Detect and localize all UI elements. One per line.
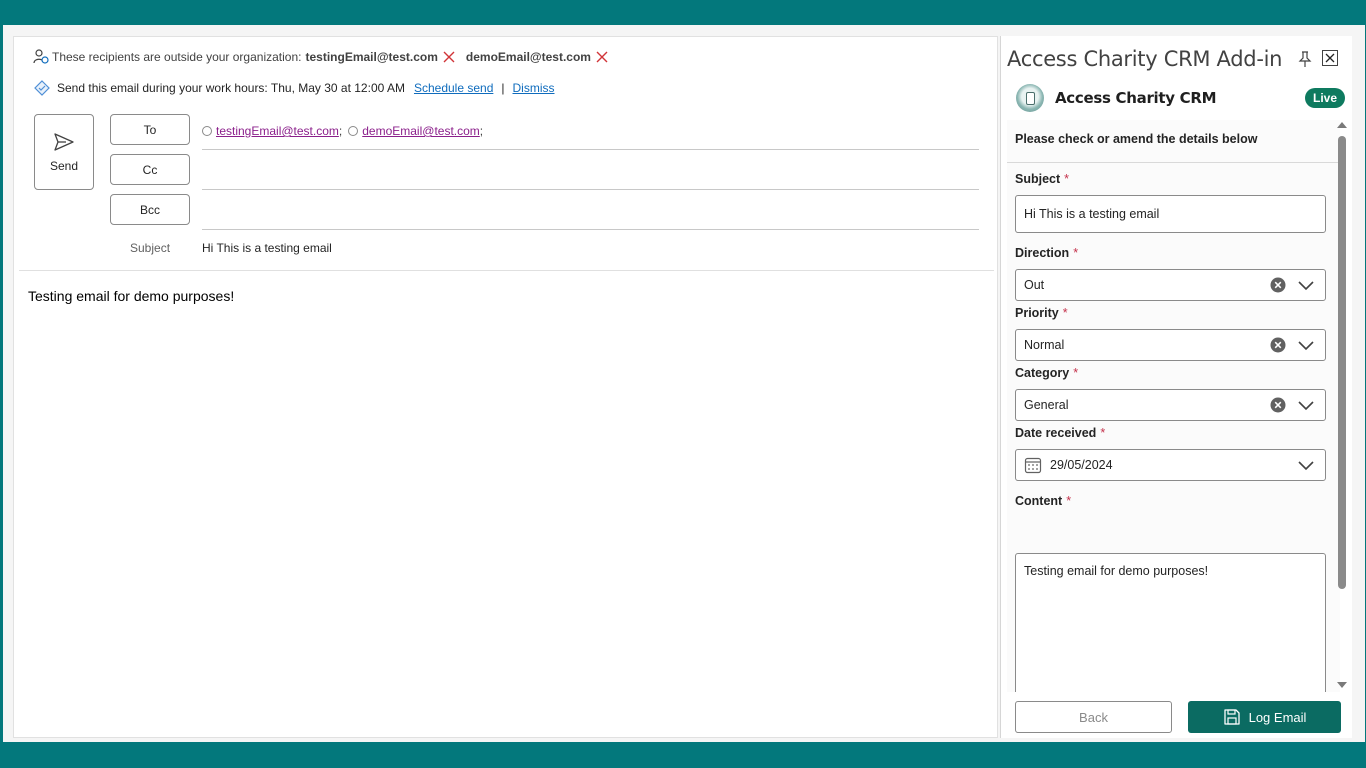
clear-icon[interactable] xyxy=(1270,397,1286,413)
date-value: 29/05/2024 xyxy=(1050,458,1113,472)
log-email-label: Log Email xyxy=(1248,709,1307,725)
date-received-picker[interactable]: 29/05/2024 xyxy=(1015,449,1326,481)
brand-name: Access Charity CRM xyxy=(1055,89,1217,107)
back-button[interactable]: Back xyxy=(1015,701,1172,733)
scrollbar[interactable] xyxy=(1337,120,1347,692)
save-icon xyxy=(1223,709,1240,725)
message-body[interactable]: Testing email for demo purposes! xyxy=(28,288,234,304)
status-badge: Live xyxy=(1304,88,1345,108)
category-select[interactable]: General xyxy=(1015,389,1326,421)
subject-field-label: Subject * xyxy=(1015,172,1070,186)
date-received-field-label: Date received * xyxy=(1015,426,1106,440)
brand-header: Access Charity CRM Live xyxy=(1016,83,1345,113)
divider xyxy=(19,270,994,271)
addin-pane: Access Charity CRM Add-in Access Charity… xyxy=(1000,36,1352,738)
external-recipients-warning: These recipients are outside your organi… xyxy=(32,48,615,66)
scroll-down-arrow-icon[interactable] xyxy=(1337,682,1347,688)
subject-input[interactable]: Hi This is a testing email xyxy=(202,241,332,255)
calendar-icon xyxy=(1024,457,1042,474)
priority-field-label: Priority * xyxy=(1015,306,1068,320)
cc-button[interactable]: Cc xyxy=(110,154,190,185)
chevron-down-icon[interactable] xyxy=(1298,337,1314,353)
link-separator: | xyxy=(501,81,505,95)
chevron-down-icon[interactable] xyxy=(1298,457,1314,473)
direction-value: Out xyxy=(1024,278,1045,292)
close-icon[interactable] xyxy=(1322,50,1338,66)
send-button[interactable]: Send xyxy=(34,114,94,190)
pin-icon[interactable] xyxy=(1297,50,1313,68)
scroll-up-arrow-icon[interactable] xyxy=(1337,122,1347,128)
log-email-button[interactable]: Log Email xyxy=(1188,701,1341,733)
details-form: Please check or amend the details below … xyxy=(1007,120,1340,692)
to-field[interactable]: testingEmail@test.com ; demoEmail@test.c… xyxy=(202,122,489,140)
clear-icon[interactable] xyxy=(1270,277,1286,293)
recipient-separator: ; xyxy=(338,124,343,138)
crm-logo xyxy=(1016,84,1044,112)
chevron-down-icon[interactable] xyxy=(1298,277,1314,293)
send-label: Send xyxy=(49,159,79,173)
presence-icon xyxy=(348,126,359,136)
clear-icon[interactable] xyxy=(1270,337,1286,353)
scroll-thumb[interactable] xyxy=(1338,136,1346,589)
send-icon xyxy=(54,133,74,151)
to-button[interactable]: To xyxy=(110,114,190,145)
work-hours-text: Send this email during your work hours: … xyxy=(57,81,405,95)
cc-field[interactable] xyxy=(202,189,979,190)
subject-label: Subject xyxy=(130,241,171,255)
dismiss-link[interactable]: Dismiss xyxy=(513,81,555,95)
recipient-separator: ; xyxy=(479,124,484,138)
category-field-label: Category * xyxy=(1015,366,1079,380)
warning-text: These recipients are outside your organi… xyxy=(52,50,302,64)
direction-field-label: Direction * xyxy=(1015,246,1079,260)
bcc-field[interactable] xyxy=(202,229,979,230)
recipient-chip[interactable]: demoEmail@test.com xyxy=(362,124,480,138)
to-field-underline xyxy=(202,149,979,150)
work-hours-tip: Send this email during your work hours: … xyxy=(34,79,555,97)
schedule-send-link[interactable]: Schedule send xyxy=(414,81,493,95)
chevron-down-icon[interactable] xyxy=(1298,397,1314,413)
divider xyxy=(1007,162,1340,163)
crm-subject-input[interactable]: Hi This is a testing email xyxy=(1015,195,1326,233)
external-recipient: testingEmail@test.com xyxy=(305,50,438,64)
remove-recipient-icon[interactable] xyxy=(442,50,456,64)
viva-insights-icon xyxy=(34,80,50,96)
recipient-chip[interactable]: testingEmail@test.com xyxy=(216,124,339,138)
form-heading: Please check or amend the details below xyxy=(1015,132,1258,146)
priority-select[interactable]: Normal xyxy=(1015,329,1326,361)
direction-select[interactable]: Out xyxy=(1015,269,1326,301)
external-recipient: demoEmail@test.com xyxy=(465,50,591,64)
compose-pane: These recipients are outside your organi… xyxy=(13,36,998,738)
presence-icon xyxy=(202,126,212,136)
remove-recipient-icon[interactable] xyxy=(595,50,609,64)
content-textarea[interactable]: Testing email for demo purposes! xyxy=(1015,553,1326,692)
addin-title: Access Charity CRM Add-in xyxy=(1007,47,1283,71)
priority-value: Normal xyxy=(1024,338,1065,352)
bcc-button[interactable]: Bcc xyxy=(110,194,190,225)
category-value: General xyxy=(1024,398,1069,412)
external-people-icon xyxy=(33,49,49,64)
content-field-label: Content * xyxy=(1015,494,1072,508)
